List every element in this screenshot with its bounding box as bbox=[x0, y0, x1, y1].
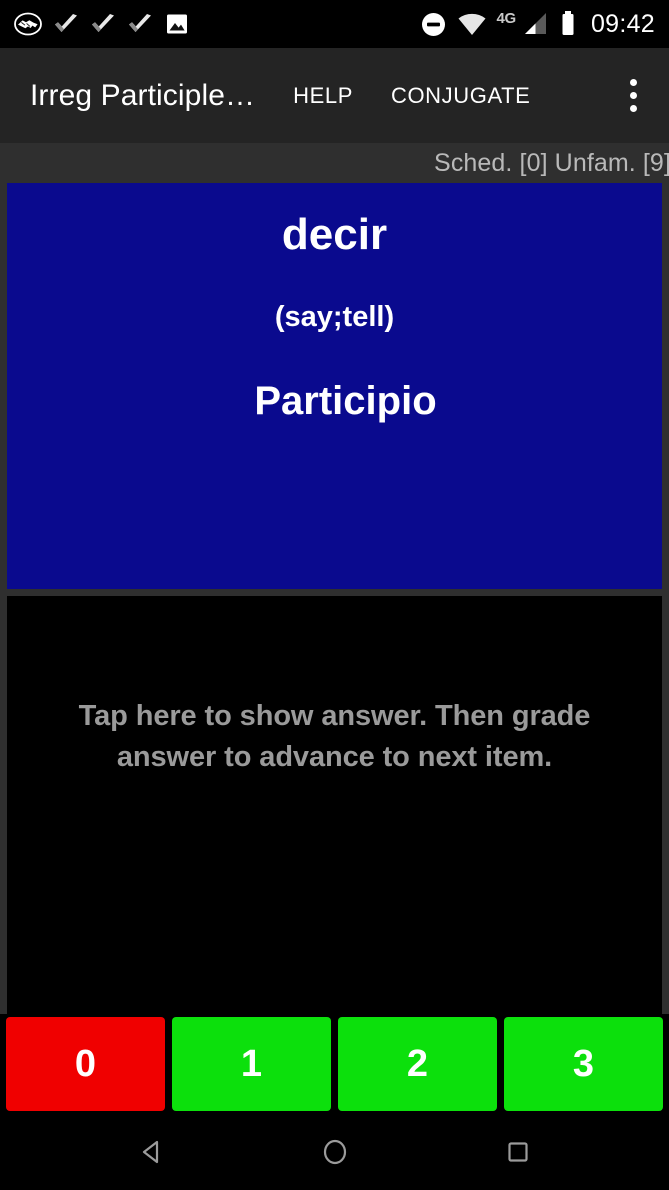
status-bar-clock: 09:42 bbox=[590, 9, 655, 38]
nav-home-icon[interactable] bbox=[290, 1122, 380, 1182]
help-button[interactable]: HELP bbox=[289, 77, 357, 115]
check-icon-3 bbox=[127, 11, 153, 37]
grade-button-row: 0 1 2 3 bbox=[0, 1014, 669, 1114]
question-form: Participio bbox=[254, 378, 437, 423]
android-nav-bar bbox=[0, 1114, 669, 1190]
grade-button-3[interactable]: 3 bbox=[504, 1017, 663, 1111]
stats-text: Sched. [0] Unfam. [9] bbox=[434, 148, 669, 177]
battery-icon bbox=[559, 10, 577, 38]
question-gloss: (say;tell) bbox=[274, 301, 395, 333]
image-icon bbox=[164, 11, 190, 37]
app-screen: 4G 09:42 Irreg Participle… HELP CONJUGAT… bbox=[0, 0, 669, 1190]
grade-button-2[interactable]: 2 bbox=[338, 1017, 497, 1111]
overflow-dot-2 bbox=[629, 92, 637, 99]
stats-strip: Sched. [0] Unfam. [9] bbox=[0, 143, 669, 183]
signal-bars-icon bbox=[522, 11, 549, 37]
app-title: Irreg Participle… bbox=[30, 78, 256, 112]
answer-hint-text: Tap here to show answer. Then grade answ… bbox=[78, 700, 591, 774]
check-icon-2 bbox=[90, 11, 116, 37]
handshake-icon bbox=[14, 10, 42, 38]
grade-button-1[interactable]: 1 bbox=[172, 1017, 331, 1111]
nav-back-icon[interactable] bbox=[107, 1122, 197, 1182]
question-panel[interactable]: decir (say;tell) Participio bbox=[7, 183, 662, 589]
app-bar: Irreg Participle… HELP CONJUGATE bbox=[0, 48, 669, 143]
nav-recents-icon[interactable] bbox=[473, 1122, 563, 1182]
wifi-icon bbox=[457, 11, 487, 37]
status-bar-left-icons bbox=[14, 10, 190, 38]
answer-panel[interactable]: Tap here to show answer. Then grade answ… bbox=[7, 596, 662, 1014]
status-bar-right-icons: 4G 09:42 bbox=[420, 10, 655, 39]
overflow-menu-icon[interactable] bbox=[611, 66, 655, 126]
overflow-dot-1 bbox=[629, 79, 637, 86]
overflow-dot-3 bbox=[629, 105, 637, 112]
conjugate-button[interactable]: CONJUGATE bbox=[387, 77, 534, 115]
flashcard-area: decir (say;tell) Participio Tap here to … bbox=[0, 183, 669, 1014]
network-type-label: 4G bbox=[496, 9, 517, 27]
check-icon-1 bbox=[53, 11, 79, 37]
grade-button-0[interactable]: 0 bbox=[6, 1017, 165, 1111]
do-not-disturb-icon bbox=[420, 11, 447, 38]
question-term: decir bbox=[281, 210, 388, 259]
status-bar: 4G 09:42 bbox=[0, 0, 669, 48]
